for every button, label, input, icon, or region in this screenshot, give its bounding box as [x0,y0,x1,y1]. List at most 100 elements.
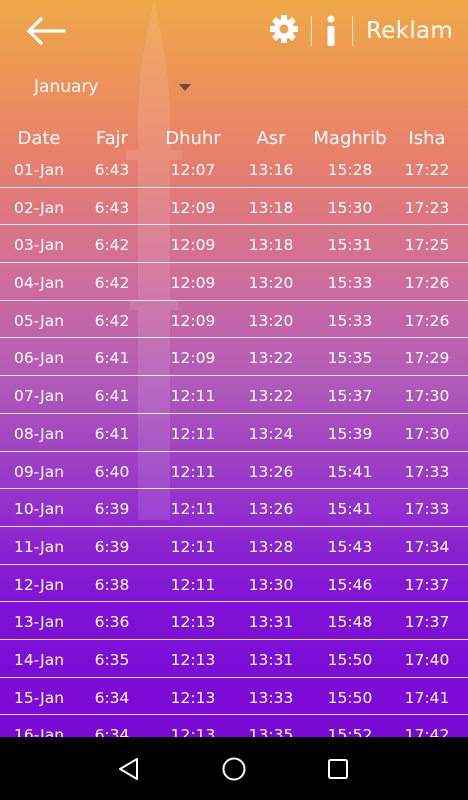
fajr-cell: 6:41 [94,424,130,443]
circle-home-icon[interactable] [221,756,247,782]
dhuhr-cell: 12:13 [170,650,216,669]
maghrib-cell: 15:33 [327,274,373,293]
dropdown-arrow-icon [179,84,191,91]
month-dropdown[interactable]: January [34,76,194,100]
fajr-cell: 6:42 [94,236,130,255]
dhuhr-cell: 12:11 [170,537,216,556]
header-divider [352,16,353,46]
column-header-dhuhr: Dhuhr [165,128,221,149]
table-row: 05-Jan 6:42 12:09 13:20 15:33 17:26 [0,301,468,339]
date-cell: 03-Jan [13,236,65,255]
date-cell: 15-Jan [13,688,65,707]
dhuhr-cell: 12:13 [170,726,216,737]
asr-cell: 13:20 [248,311,294,330]
table-row: 13-Jan 6:36 12:13 13:31 15:48 17:37 [0,602,468,640]
isha-cell: 17:23 [404,198,450,217]
triangle-back-icon[interactable] [116,756,142,782]
isha-cell: 17:25 [404,236,450,255]
maghrib-cell: 15:46 [327,575,373,594]
date-cell: 09-Jan [13,462,65,481]
prayer-times-table: 01-Jan 6:43 12:07 13:16 15:28 17:22 02-Jan 6:43… [0,150,468,737]
fajr-cell: 6:39 [94,537,130,556]
dhuhr-cell: 12:11 [170,575,216,594]
gear-icon[interactable] [268,13,300,45]
back-arrow-icon[interactable] [24,14,66,48]
asr-cell: 13:26 [248,500,294,519]
table-row: 15-Jan 6:34 12:13 13:33 15:50 17:41 [0,678,468,716]
fajr-cell: 6:38 [94,575,130,594]
fajr-cell: 6:36 [94,613,130,632]
isha-cell: 17:29 [404,349,450,368]
maghrib-cell: 15:35 [327,349,373,368]
table-row: 06-Jan 6:41 12:09 13:22 15:35 17:29 [0,338,468,377]
table-row: 07-Jan 6:41 12:11 13:22 15:37 17:30 [0,376,468,414]
asr-cell: 13:33 [248,688,294,707]
isha-cell: 17:37 [404,575,450,594]
isha-cell: 17:22 [404,161,450,179]
date-cell: 12-Jan [13,575,65,594]
isha-cell: 17:42 [404,726,450,737]
ad-button[interactable]: Reklam [366,18,453,44]
asr-cell: 13:24 [248,424,294,443]
date-cell: 01-Jan [13,161,65,179]
dhuhr-cell: 12:11 [170,462,216,481]
dhuhr-cell: 12:09 [170,236,216,255]
isha-cell: 17:33 [404,462,450,481]
fajr-cell: 6:34 [94,726,130,737]
fajr-cell: 6:35 [94,650,130,669]
date-cell: 10-Jan [13,500,65,519]
fajr-cell: 6:42 [94,274,130,293]
asr-cell: 13:16 [248,161,294,179]
fajr-cell: 6:42 [94,311,130,330]
column-header-maghrib: Maghrib [313,128,387,149]
column-header-date: Date [17,128,61,149]
dhuhr-cell: 12:09 [170,274,216,293]
isha-cell: 17:40 [404,650,450,669]
dhuhr-cell: 12:11 [170,500,216,519]
fajr-cell: 6:43 [94,161,130,179]
asr-cell: 13:31 [248,613,294,632]
maghrib-cell: 15:41 [327,462,373,481]
table-row: 04-Jan 6:42 12:09 13:20 15:33 17:26 [0,263,468,301]
asr-cell: 13:18 [248,198,294,217]
date-cell: 13-Jan [13,613,65,632]
table-row: 14-Jan 6:35 12:13 13:31 15:50 17:40 [0,640,468,678]
info-icon[interactable] [320,14,342,48]
asr-cell: 13:35 [248,726,294,737]
isha-cell: 17:26 [404,274,450,293]
maghrib-cell: 15:37 [327,387,373,406]
fajr-cell: 6:39 [94,500,130,519]
dhuhr-cell: 12:13 [170,613,216,632]
fajr-cell: 6:40 [94,462,130,481]
square-recents-icon[interactable] [326,757,350,781]
table-row: 16-Jan 6:34 12:13 13:35 15:52 17:42 [0,715,468,737]
column-header-fajr: Fajr [95,128,129,149]
asr-cell: 13:20 [248,274,294,293]
maghrib-cell: 15:52 [327,726,373,737]
maghrib-cell: 15:50 [327,688,373,707]
fajr-cell: 6:43 [94,198,130,217]
isha-cell: 17:37 [404,613,450,632]
dhuhr-cell: 12:11 [170,387,216,406]
asr-cell: 13:18 [248,236,294,255]
maghrib-cell: 15:39 [327,424,373,443]
isha-cell: 17:41 [404,688,450,707]
date-cell: 14-Jan [13,650,65,669]
dhuhr-cell: 12:13 [170,688,216,707]
date-cell: 07-Jan [13,387,65,406]
maghrib-cell: 15:30 [327,198,373,217]
column-header-isha: Isha [408,128,446,149]
dhuhr-cell: 12:11 [170,424,216,443]
column-header-asr: Asr [256,128,286,149]
isha-cell: 17:34 [404,537,450,556]
table-row: 01-Jan 6:43 12:07 13:16 15:28 17:22 [0,150,468,188]
table-row: 03-Jan 6:42 12:09 13:18 15:31 17:25 [0,225,468,264]
table-row: 10-Jan 6:39 12:11 13:26 15:41 17:33 [0,489,468,527]
fajr-cell: 6:41 [94,387,130,406]
maghrib-cell: 15:33 [327,311,373,330]
maghrib-cell: 15:50 [327,650,373,669]
date-cell: 04-Jan [13,274,65,293]
header-divider [311,16,312,46]
asr-cell: 13:28 [248,537,294,556]
table-row: 09-Jan 6:40 12:11 13:26 15:41 17:33 [0,452,468,490]
